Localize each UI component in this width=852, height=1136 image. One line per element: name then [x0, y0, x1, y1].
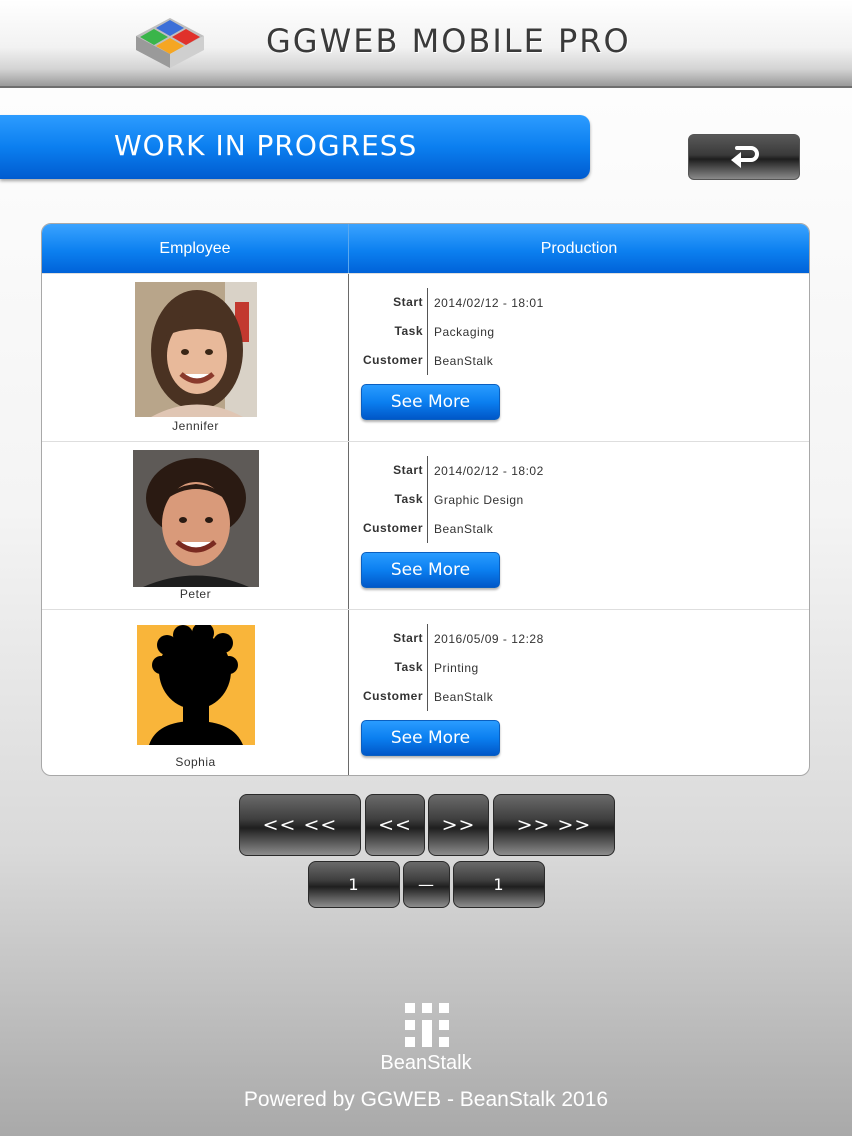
- table-row: Sophia Start 2016/05/09 - 12:28 Task Pri…: [42, 609, 809, 775]
- table-header: Employee Production: [42, 224, 809, 273]
- start-label: Start: [393, 631, 423, 645]
- powered-by-text: Powered by GGWEB - BeanStalk 2016: [243, 1088, 609, 1111]
- see-more-button[interactable]: See More: [361, 552, 500, 588]
- customer-label: Customer: [362, 521, 423, 535]
- employee-cell: Peter: [42, 442, 349, 609]
- employee-name: Jennifer: [172, 419, 219, 433]
- production-info: Start 2014/02/12 - 18:01 Task Packaging …: [354, 288, 544, 375]
- back-button[interactable]: [688, 134, 800, 180]
- app-header: GGWEB MOBILE PRO: [0, 0, 852, 88]
- next-page-button[interactable]: >>: [428, 794, 489, 856]
- column-header-employee: Employee: [42, 224, 349, 273]
- ggweb-logo-icon: [136, 18, 204, 68]
- first-page-button[interactable]: << <<: [239, 794, 361, 856]
- page-banner: WORK IN PROGRESS: [0, 115, 590, 179]
- total-pages-indicator: 1: [453, 861, 545, 908]
- employee-photo[interactable]: [133, 450, 259, 587]
- production-info: Start 2016/05/09 - 12:28 Task Printing C…: [354, 624, 544, 711]
- customer-value: BeanStalk: [434, 353, 494, 368]
- return-arrow-icon: [731, 146, 759, 168]
- task-label: Task: [394, 492, 423, 506]
- start-label: Start: [393, 295, 423, 309]
- page-title: WORK IN PROGRESS: [114, 129, 418, 162]
- task-value: Printing: [434, 660, 479, 675]
- employee-cell: Jennifer: [42, 274, 349, 441]
- footer-brand: BeanStalk: [380, 1052, 472, 1074]
- beanstalk-logo-icon: [405, 1003, 449, 1047]
- work-table: Employee Production Jennifer Start 2014/…: [41, 223, 810, 776]
- task-value: Graphic Design: [434, 492, 524, 507]
- start-value: 2014/02/12 - 18:01: [434, 295, 544, 310]
- see-more-button[interactable]: See More: [361, 384, 500, 420]
- table-row: Jennifer Start 2014/02/12 - 18:01 Task P…: [42, 273, 809, 441]
- column-header-production: Production: [540, 239, 618, 257]
- avatar-silhouette-icon: [137, 625, 255, 745]
- prev-page-button[interactable]: <<: [365, 794, 425, 856]
- page-separator: —: [403, 861, 450, 908]
- task-label: Task: [394, 324, 423, 338]
- customer-label: Customer: [362, 353, 423, 367]
- employee-photo[interactable]: [137, 625, 255, 745]
- production-info: Start 2014/02/12 - 18:02 Task Graphic De…: [354, 456, 544, 543]
- employee-name: Sophia: [175, 755, 216, 769]
- employee-photo[interactable]: [135, 282, 257, 417]
- employee-cell: Sophia: [42, 610, 349, 775]
- table-row: Peter Start 2014/02/12 - 18:02 Task Grap…: [42, 441, 809, 609]
- task-value: Packaging: [434, 324, 495, 339]
- see-more-button[interactable]: See More: [361, 720, 500, 756]
- start-value: 2016/05/09 - 12:28: [434, 631, 544, 646]
- customer-value: BeanStalk: [434, 521, 494, 536]
- employee-name: Peter: [179, 587, 212, 601]
- customer-value: BeanStalk: [434, 689, 494, 704]
- customer-label: Customer: [362, 689, 423, 703]
- last-page-button[interactable]: >> >>: [493, 794, 615, 856]
- start-value: 2014/02/12 - 18:02: [434, 463, 544, 478]
- start-label: Start: [393, 463, 423, 477]
- task-label: Task: [394, 660, 423, 674]
- app-title: GGWEB MOBILE PRO: [266, 22, 631, 60]
- current-page-indicator: 1: [308, 861, 400, 908]
